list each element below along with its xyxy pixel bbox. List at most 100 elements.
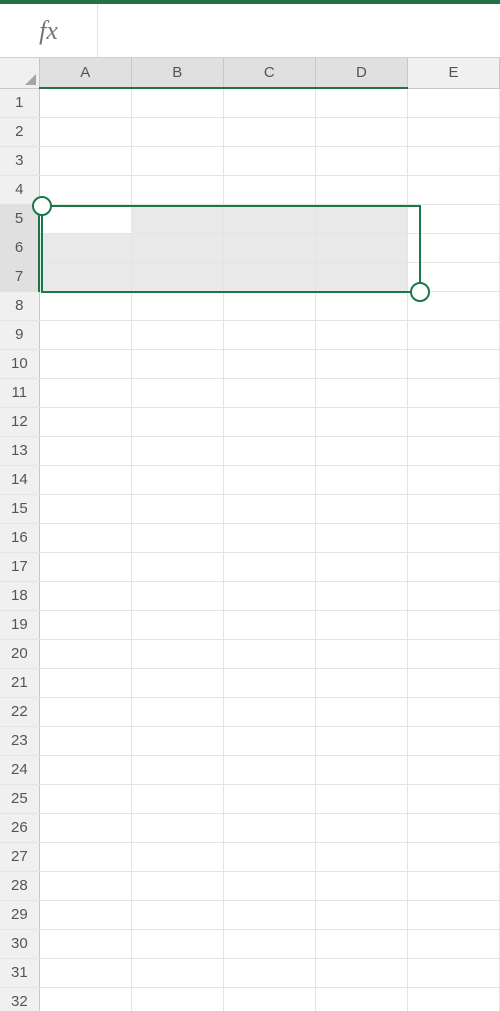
cell-D16[interactable]: [315, 523, 407, 552]
cell-A1[interactable]: [39, 88, 131, 117]
selection-handle-top-left[interactable]: [32, 196, 52, 216]
cell-C11[interactable]: [223, 378, 315, 407]
cell-D10[interactable]: [315, 349, 407, 378]
cell-D17[interactable]: [315, 552, 407, 581]
cell-E25[interactable]: [407, 784, 499, 813]
cell-C19[interactable]: [223, 610, 315, 639]
row-header-20[interactable]: 20: [0, 639, 39, 668]
cell-B10[interactable]: [131, 349, 223, 378]
cell-E10[interactable]: [407, 349, 499, 378]
cell-A32[interactable]: [39, 987, 131, 1011]
cell-E16[interactable]: [407, 523, 499, 552]
cell-D13[interactable]: [315, 436, 407, 465]
row-header-15[interactable]: 15: [0, 494, 39, 523]
cell-C12[interactable]: [223, 407, 315, 436]
cell-B7[interactable]: [131, 262, 223, 291]
cell-B22[interactable]: [131, 697, 223, 726]
cell-A18[interactable]: [39, 581, 131, 610]
cell-B20[interactable]: [131, 639, 223, 668]
row-header-16[interactable]: 16: [0, 523, 39, 552]
cell-A10[interactable]: [39, 349, 131, 378]
row-header-11[interactable]: 11: [0, 378, 39, 407]
cell-D24[interactable]: [315, 755, 407, 784]
cell-E22[interactable]: [407, 697, 499, 726]
row-header-24[interactable]: 24: [0, 755, 39, 784]
cell-C13[interactable]: [223, 436, 315, 465]
row-header-17[interactable]: 17: [0, 552, 39, 581]
cell-A2[interactable]: [39, 117, 131, 146]
cell-C21[interactable]: [223, 668, 315, 697]
cell-E28[interactable]: [407, 871, 499, 900]
selection-handle-bottom-right[interactable]: [410, 282, 430, 302]
cell-E19[interactable]: [407, 610, 499, 639]
cell-D14[interactable]: [315, 465, 407, 494]
cell-C14[interactable]: [223, 465, 315, 494]
cell-E23[interactable]: [407, 726, 499, 755]
row-header-3[interactable]: 3: [0, 146, 39, 175]
row-header-8[interactable]: 8: [0, 291, 39, 320]
cell-B16[interactable]: [131, 523, 223, 552]
cell-E13[interactable]: [407, 436, 499, 465]
cell-E27[interactable]: [407, 842, 499, 871]
cell-E11[interactable]: [407, 378, 499, 407]
cell-C22[interactable]: [223, 697, 315, 726]
cell-B19[interactable]: [131, 610, 223, 639]
cell-B12[interactable]: [131, 407, 223, 436]
cell-E30[interactable]: [407, 929, 499, 958]
cell-B24[interactable]: [131, 755, 223, 784]
cell-E29[interactable]: [407, 900, 499, 929]
cell-D15[interactable]: [315, 494, 407, 523]
cell-A19[interactable]: [39, 610, 131, 639]
cell-B17[interactable]: [131, 552, 223, 581]
cell-C27[interactable]: [223, 842, 315, 871]
cell-C3[interactable]: [223, 146, 315, 175]
cell-A5[interactable]: [39, 204, 131, 233]
cell-C15[interactable]: [223, 494, 315, 523]
cell-E5[interactable]: [407, 204, 499, 233]
cell-E21[interactable]: [407, 668, 499, 697]
cell-A16[interactable]: [39, 523, 131, 552]
cell-E26[interactable]: [407, 813, 499, 842]
cell-B9[interactable]: [131, 320, 223, 349]
cell-A21[interactable]: [39, 668, 131, 697]
cell-B14[interactable]: [131, 465, 223, 494]
row-header-22[interactable]: 22: [0, 697, 39, 726]
cell-D7[interactable]: [315, 262, 407, 291]
cell-E4[interactable]: [407, 175, 499, 204]
cell-B26[interactable]: [131, 813, 223, 842]
cell-A6[interactable]: [39, 233, 131, 262]
cell-D29[interactable]: [315, 900, 407, 929]
cell-C4[interactable]: [223, 175, 315, 204]
cell-A7[interactable]: [39, 262, 131, 291]
cell-C2[interactable]: [223, 117, 315, 146]
cell-D22[interactable]: [315, 697, 407, 726]
cell-B2[interactable]: [131, 117, 223, 146]
cell-A11[interactable]: [39, 378, 131, 407]
cell-A12[interactable]: [39, 407, 131, 436]
cell-E24[interactable]: [407, 755, 499, 784]
cell-A9[interactable]: [39, 320, 131, 349]
row-header-1[interactable]: 1: [0, 88, 39, 117]
cell-A14[interactable]: [39, 465, 131, 494]
row-header-32[interactable]: 32: [0, 987, 39, 1011]
cell-D18[interactable]: [315, 581, 407, 610]
cell-A13[interactable]: [39, 436, 131, 465]
cell-C26[interactable]: [223, 813, 315, 842]
cell-B18[interactable]: [131, 581, 223, 610]
cell-B5[interactable]: [131, 204, 223, 233]
cell-B6[interactable]: [131, 233, 223, 262]
cell-B15[interactable]: [131, 494, 223, 523]
row-header-10[interactable]: 10: [0, 349, 39, 378]
cell-A23[interactable]: [39, 726, 131, 755]
row-header-12[interactable]: 12: [0, 407, 39, 436]
cell-A8[interactable]: [39, 291, 131, 320]
cell-E14[interactable]: [407, 465, 499, 494]
row-header-31[interactable]: 31: [0, 958, 39, 987]
row-header-27[interactable]: 27: [0, 842, 39, 871]
cell-D9[interactable]: [315, 320, 407, 349]
col-header-C[interactable]: C: [223, 58, 315, 88]
col-header-A[interactable]: A: [39, 58, 131, 88]
cell-A28[interactable]: [39, 871, 131, 900]
cell-E12[interactable]: [407, 407, 499, 436]
row-header-28[interactable]: 28: [0, 871, 39, 900]
